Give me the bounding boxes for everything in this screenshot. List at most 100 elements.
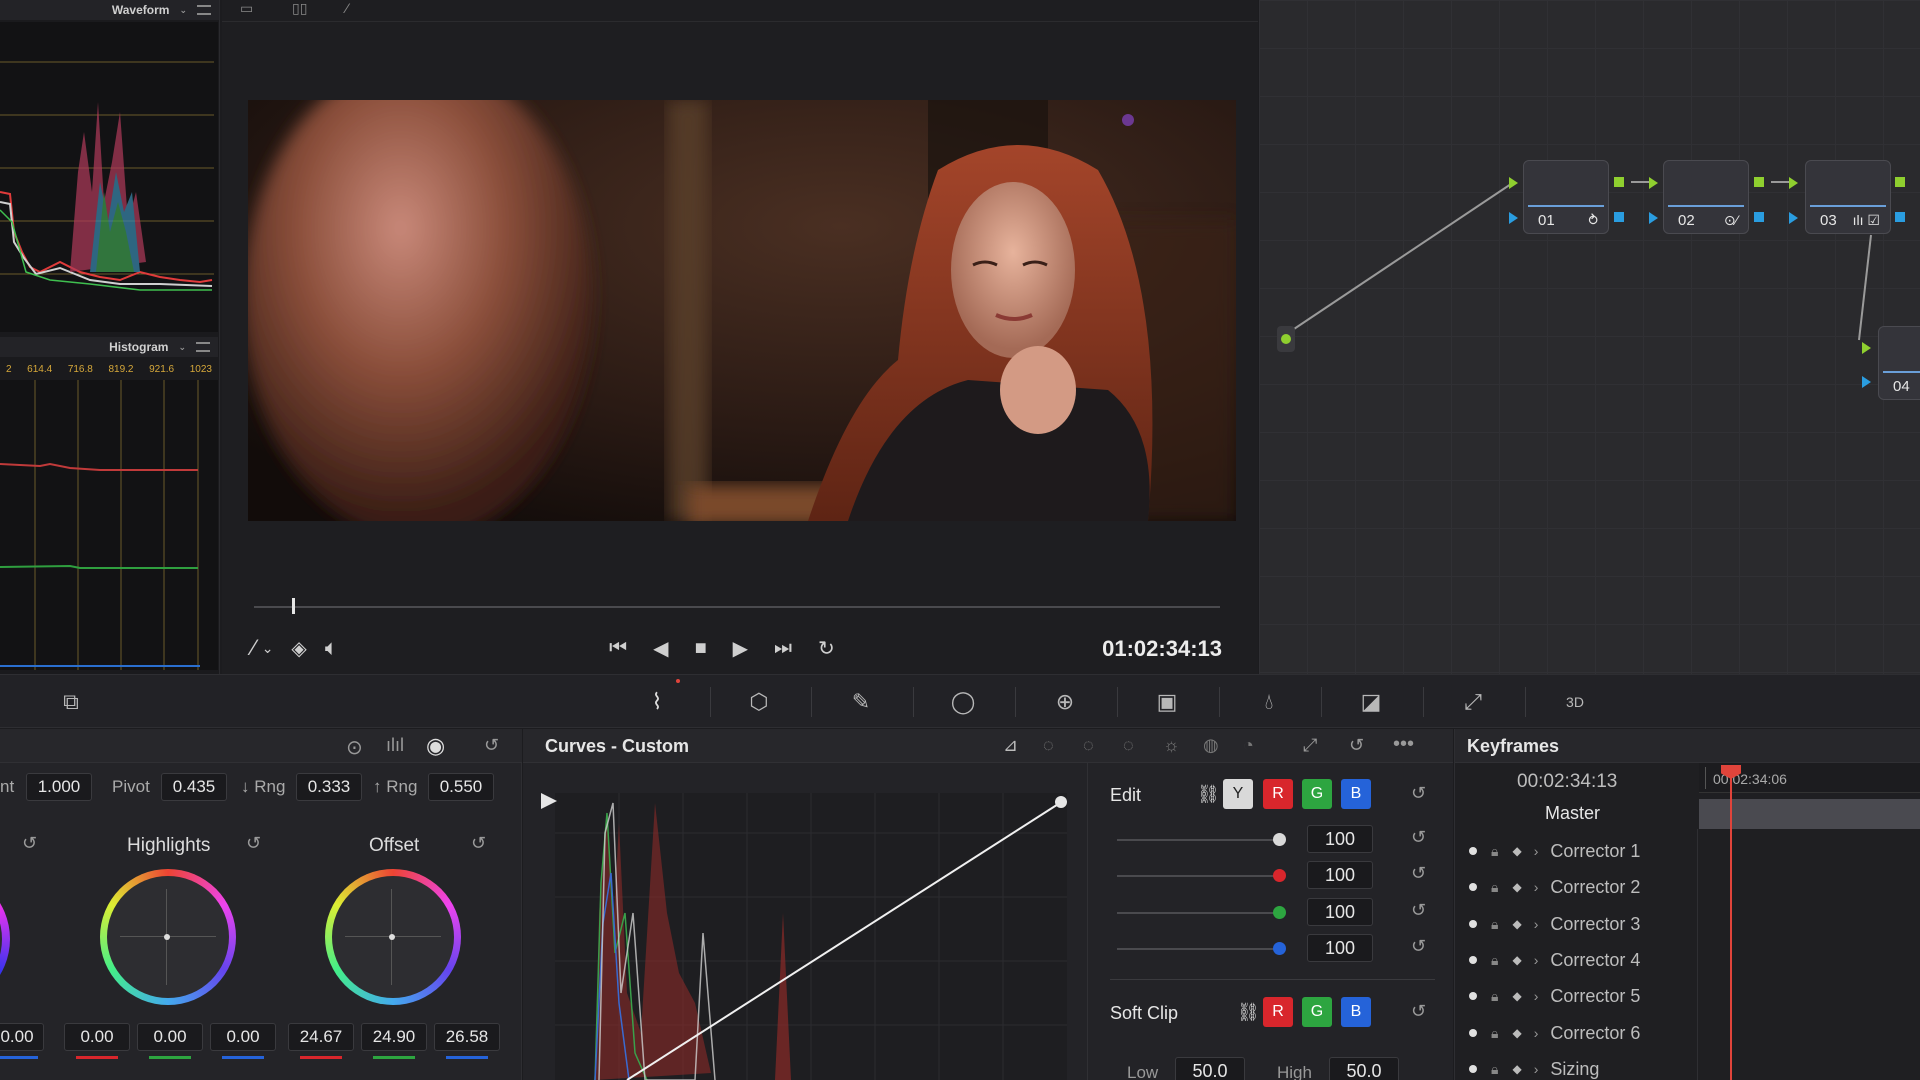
reset-icon[interactable]: ↺	[22, 833, 37, 854]
highlights-wheel[interactable]	[100, 869, 236, 1005]
keyframe-diamond-icon[interactable]: ◆	[1512, 989, 1521, 1003]
bypass-dot-icon[interactable]	[1469, 956, 1477, 964]
offset-blue-field[interactable]: 26.58	[434, 1023, 500, 1051]
blur-icon[interactable]: 💧︎	[1248, 685, 1290, 719]
node-alpha-output[interactable]	[1895, 212, 1905, 222]
reset-icon[interactable]: ↺	[1411, 936, 1426, 957]
target-icon[interactable]: ⊙	[346, 735, 363, 760]
bypass-dot-icon[interactable]	[1469, 883, 1477, 891]
y-intensity-field[interactable]: 100	[1307, 825, 1373, 853]
chevron-down-icon[interactable]: ⌄	[178, 342, 186, 353]
node-rgb-output[interactable]	[1614, 177, 1624, 187]
reset-icon[interactable]: ↺	[1349, 735, 1364, 756]
keyframe-diamond-icon[interactable]: ◆	[1512, 1026, 1521, 1040]
r-intensity-handle[interactable]	[1273, 869, 1286, 882]
skip-end-icon[interactable]: ⏭︎	[774, 637, 792, 660]
offset-wheel[interactable]	[325, 869, 461, 1005]
play-icon[interactable]: ▶︎	[733, 636, 748, 661]
3d-icon[interactable]: 3D	[1554, 685, 1596, 719]
bypass-dot-icon[interactable]	[1469, 1029, 1477, 1037]
reset-icon[interactable]: ↺	[1411, 863, 1426, 884]
magic-wand-icon[interactable]: ⁄	[346, 0, 348, 16]
b-intensity-slider[interactable]	[1117, 948, 1277, 950]
track-row[interactable]: 🔒︎ ◆ › Corrector 2	[1455, 869, 1697, 905]
channel-y-button[interactable]: Y	[1223, 779, 1253, 809]
keyframe-diamond-icon[interactable]: ◆	[1512, 1062, 1521, 1076]
viewer-playhead[interactable]	[291, 598, 295, 614]
reset-icon[interactable]: ↺	[246, 833, 261, 854]
lock-icon[interactable]: 🔒︎	[1491, 952, 1498, 969]
lift-wheel-partial[interactable]	[0, 869, 10, 1009]
highlights-red-field[interactable]: 0.00	[64, 1023, 130, 1051]
color-warper-icon[interactable]: ⧉	[50, 685, 92, 719]
keyframe-playhead[interactable]	[1730, 767, 1732, 1080]
channel-g-button[interactable]: G	[1302, 779, 1332, 809]
track-row[interactable]: 🔒︎ ◆ › Corrector 6	[1455, 1015, 1697, 1051]
qualifier-icon[interactable]: ✎	[840, 685, 882, 719]
lift-blue-field[interactable]: 0.00	[0, 1023, 44, 1051]
node-rgb-input[interactable]	[1649, 177, 1658, 189]
chevron-down-icon[interactable]: ⌄	[262, 640, 274, 657]
g-intensity-slider[interactable]	[1117, 912, 1277, 914]
hue-vs-hue-icon[interactable]: ◌	[1043, 735, 1054, 756]
bypass-dot-icon[interactable]	[1469, 1065, 1477, 1073]
softclip-r-button[interactable]: R	[1263, 997, 1293, 1027]
log-wheels-icon[interactable]: ◉	[426, 733, 445, 759]
node-alpha-input[interactable]	[1649, 212, 1658, 224]
lum-vs-sat-icon[interactable]: ☼	[1163, 735, 1180, 756]
scope-settings-icon[interactable]	[197, 5, 211, 15]
node-rgb-input[interactable]	[1789, 177, 1798, 189]
waveform-header[interactable]: Waveform ⌄	[0, 0, 219, 20]
master-track-bar[interactable]	[1699, 799, 1920, 829]
curve-graph[interactable]	[555, 793, 1067, 1080]
node-rgb-output[interactable]	[1895, 177, 1905, 187]
chevron-right-icon[interactable]: ›	[1534, 916, 1539, 932]
node-04[interactable]: 04	[1878, 326, 1920, 400]
high-field[interactable]: 50.0	[1329, 1057, 1399, 1080]
magic-mask-icon[interactable]: ▣	[1146, 685, 1188, 719]
node-alpha-output[interactable]	[1614, 212, 1624, 222]
lock-icon[interactable]: 🔒︎	[1491, 843, 1498, 860]
track-row[interactable]: 🔒︎ ◆ › Sizing	[1455, 1051, 1697, 1080]
node-alpha-input[interactable]	[1509, 212, 1518, 224]
waveform-title[interactable]: Waveform	[112, 3, 170, 17]
skip-start-icon[interactable]: ⏮︎	[609, 637, 627, 660]
speaker-icon[interactable]: 🔈︎	[325, 635, 338, 661]
lock-icon[interactable]: 🔒︎	[1491, 988, 1498, 1005]
reset-icon[interactable]: ↺	[1411, 900, 1426, 921]
key-icon[interactable]: ◪	[1350, 685, 1392, 719]
reset-icon[interactable]: ↺	[1411, 1001, 1426, 1022]
node-rgb-input[interactable]	[1509, 177, 1518, 189]
contrast-field[interactable]: 1.000	[26, 773, 92, 801]
reset-icon[interactable]: ↺	[1411, 827, 1426, 848]
custom-curve-icon[interactable]: ⊿	[1003, 735, 1018, 756]
highlights-blue-field[interactable]: 0.00	[210, 1023, 276, 1051]
reset-icon[interactable]: ↺	[471, 833, 486, 854]
node-input-source[interactable]	[1277, 326, 1295, 352]
channel-b-button[interactable]: B	[1341, 779, 1371, 809]
sat-vs-sat-icon[interactable]: ◍	[1203, 735, 1219, 756]
chevron-right-icon[interactable]: ›	[1534, 1025, 1539, 1041]
track-row[interactable]: 🔒︎ ◆ › Corrector 4	[1455, 942, 1697, 978]
node-alpha-input[interactable]	[1862, 376, 1871, 388]
node-01[interactable]: 01 ⥁	[1523, 160, 1609, 234]
hue-vs-sat-icon[interactable]: ◌	[1083, 735, 1094, 756]
loop-icon[interactable]: ↻	[818, 636, 835, 661]
more-options-icon[interactable]: •••	[1393, 733, 1414, 756]
highlights-green-field[interactable]: 0.00	[137, 1023, 203, 1051]
bypass-dot-icon[interactable]	[1469, 992, 1477, 1000]
low-range-field[interactable]: 0.333	[296, 773, 362, 801]
stop-icon[interactable]: ■	[695, 637, 707, 660]
r-intensity-field[interactable]: 100	[1307, 861, 1373, 889]
track-row[interactable]: 🔒︎ ◆ › Corrector 3	[1455, 906, 1697, 942]
chevron-right-icon[interactable]: ›	[1534, 879, 1539, 895]
chevron-right-icon[interactable]: ›	[1534, 1061, 1539, 1077]
node-alpha-output[interactable]	[1754, 212, 1764, 222]
node-02[interactable]: 02 ⊙⁄	[1663, 160, 1749, 234]
chevron-right-icon[interactable]: ›	[1534, 988, 1539, 1004]
reset-icon[interactable]: ↺	[1411, 783, 1426, 804]
bars-icon[interactable]: ılıl	[386, 735, 404, 756]
lock-icon[interactable]: 🔒︎	[1491, 916, 1498, 933]
power-window-icon[interactable]: ◯	[942, 685, 984, 719]
chevron-right-icon[interactable]: ›	[1534, 843, 1539, 859]
